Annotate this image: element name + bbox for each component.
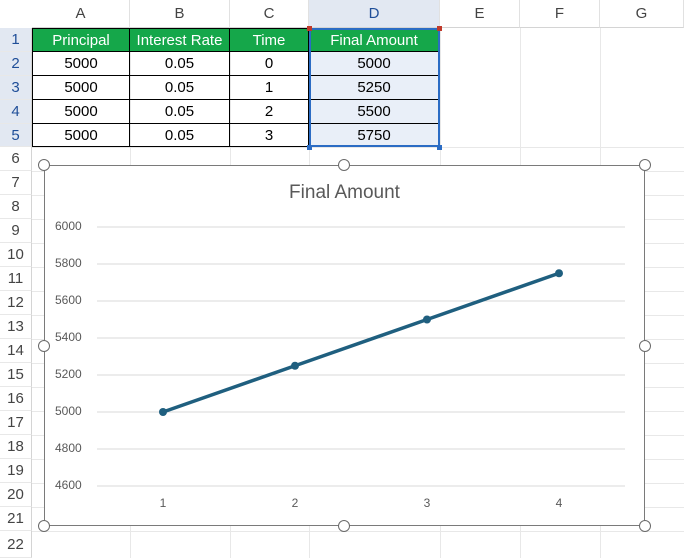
row-header-11[interactable]: 11: [0, 267, 32, 291]
series-line[interactable]: [162, 271, 560, 414]
column-header-a[interactable]: A: [32, 0, 130, 28]
cell-b2[interactable]: 0.05: [130, 52, 230, 76]
cell-b1[interactable]: Interest Rate: [130, 28, 230, 52]
cell-d3[interactable]: 5250: [309, 76, 440, 100]
data-point[interactable]: [555, 269, 563, 278]
row-header-21[interactable]: 21: [0, 507, 32, 531]
cell-c2[interactable]: 0: [230, 52, 309, 76]
cell-c1[interactable]: Time: [230, 28, 309, 52]
row-header-3[interactable]: 3: [0, 76, 32, 100]
row-header-10[interactable]: 10: [0, 243, 32, 267]
column-header-e[interactable]: E: [440, 0, 520, 28]
cell-a5[interactable]: 5000: [32, 124, 130, 147]
row-header-15[interactable]: 15: [0, 363, 32, 387]
chart-resize-handle-top-right[interactable]: [639, 159, 651, 171]
cell-a3[interactable]: 5000: [32, 76, 130, 100]
selection-handle[interactable]: [437, 26, 442, 31]
row-header-7[interactable]: 7: [0, 171, 32, 195]
row-header-9[interactable]: 9: [0, 219, 32, 243]
fill-handle[interactable]: [437, 145, 442, 150]
data-point[interactable]: [291, 361, 299, 370]
column-header-row: A B C D E F G: [0, 0, 684, 28]
chart-resize-handle-bottom[interactable]: [338, 520, 350, 532]
column-header-c[interactable]: C: [230, 0, 309, 28]
cell-a2[interactable]: 5000: [32, 52, 130, 76]
cell-b5[interactable]: 0.05: [130, 124, 230, 147]
data-point[interactable]: [423, 315, 431, 324]
cell-b4[interactable]: 0.05: [130, 100, 230, 124]
row-header-5[interactable]: 5: [0, 124, 32, 147]
row-header-1[interactable]: 1: [0, 28, 32, 52]
cell-c4[interactable]: 2: [230, 100, 309, 124]
data-point[interactable]: [159, 408, 167, 416]
gridline: [32, 147, 684, 148]
plot-area: [97, 226, 625, 487]
row-header-20[interactable]: 20: [0, 483, 32, 507]
row-header-14[interactable]: 14: [0, 339, 32, 363]
column-header-d[interactable]: D: [309, 0, 440, 28]
chart-resize-handle-bottom-left[interactable]: [38, 520, 50, 532]
chart-resize-handle-top-left[interactable]: [38, 159, 50, 171]
row-header-18[interactable]: 18: [0, 435, 32, 459]
row-header-4[interactable]: 4: [0, 100, 32, 124]
chart-resize-handle-bottom-right[interactable]: [639, 520, 651, 532]
row-header-8[interactable]: 8: [0, 195, 32, 219]
cell-b3[interactable]: 0.05: [130, 76, 230, 100]
row-header-13[interactable]: 13: [0, 315, 32, 339]
row-header-12[interactable]: 12: [0, 291, 32, 315]
cell-d2[interactable]: 5000: [309, 52, 440, 76]
cell-d4[interactable]: 5500: [309, 100, 440, 124]
selection-handle[interactable]: [307, 145, 312, 150]
row-header-19[interactable]: 19: [0, 459, 32, 483]
chart-resize-handle-right[interactable]: [639, 340, 651, 352]
chart-resize-handle-left[interactable]: [38, 340, 50, 352]
cell-d1[interactable]: Final Amount: [309, 28, 440, 52]
selection-handle[interactable]: [307, 26, 312, 31]
line-chart[interactable]: Final Amount 4600 4800 5000 5200 5400 5600 580…: [44, 165, 645, 526]
row-header-16[interactable]: 16: [0, 387, 32, 411]
row-header-22[interactable]: 22: [0, 531, 32, 558]
row-header-2[interactable]: 2: [0, 52, 32, 76]
column-header-g[interactable]: G: [600, 0, 684, 28]
cell-d5[interactable]: 5750: [309, 124, 440, 147]
column-header-f[interactable]: F: [520, 0, 600, 28]
column-header-b[interactable]: B: [130, 0, 230, 28]
gridline: [32, 531, 684, 532]
chart-resize-handle-top[interactable]: [338, 159, 350, 171]
row-header-17[interactable]: 17: [0, 411, 32, 435]
cell-a1[interactable]: Principal: [32, 28, 130, 52]
cell-c5[interactable]: 3: [230, 124, 309, 147]
cell-c3[interactable]: 1: [230, 76, 309, 100]
row-header-6[interactable]: 6: [0, 147, 32, 171]
cell-a4[interactable]: 5000: [32, 100, 130, 124]
